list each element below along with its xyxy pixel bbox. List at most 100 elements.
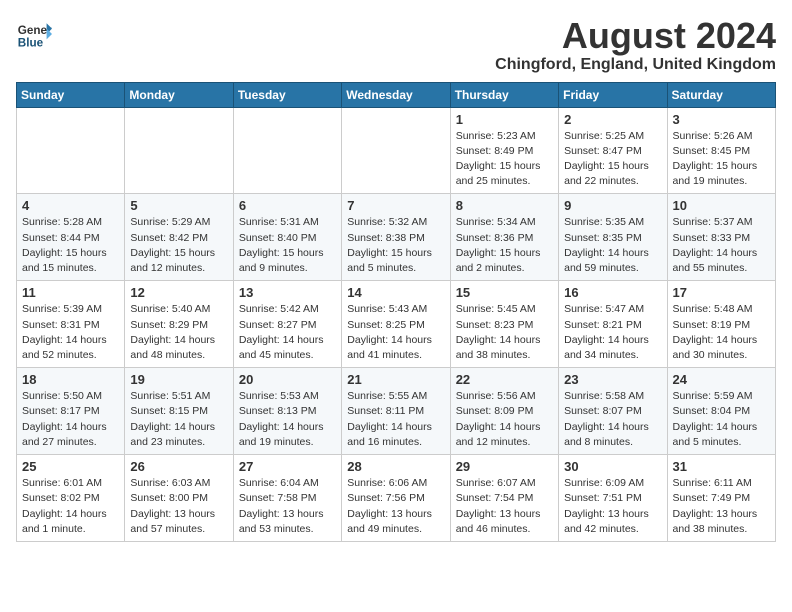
col-header-tuesday: Tuesday bbox=[233, 82, 341, 107]
calendar-cell: 27 Sunrise: 6:04 AM Sunset: 7:58 PM Dayli… bbox=[233, 455, 341, 542]
calendar-cell: 19 Sunrise: 5:51 AM Sunset: 8:15 PM Dayli… bbox=[125, 368, 233, 455]
day-info: Sunrise: 5:43 AM Sunset: 8:25 PM Dayligh… bbox=[347, 302, 444, 363]
day-info: Sunrise: 5:53 AM Sunset: 8:13 PM Dayligh… bbox=[239, 389, 336, 450]
col-header-thursday: Thursday bbox=[450, 82, 558, 107]
week-row-3: 11 Sunrise: 5:39 AM Sunset: 8:31 PM Dayli… bbox=[17, 281, 776, 368]
day-info: Sunrise: 5:51 AM Sunset: 8:15 PM Dayligh… bbox=[130, 389, 227, 450]
day-info: Sunrise: 5:26 AM Sunset: 8:45 PM Dayligh… bbox=[673, 129, 770, 190]
day-info: Sunrise: 5:45 AM Sunset: 8:23 PM Dayligh… bbox=[456, 302, 553, 363]
calendar-cell: 24 Sunrise: 5:59 AM Sunset: 8:04 PM Dayli… bbox=[667, 368, 775, 455]
calendar-cell: 21 Sunrise: 5:55 AM Sunset: 8:11 PM Dayli… bbox=[342, 368, 450, 455]
calendar-cell: 22Sunrise: 5:56 AM Sunset: 8:09 PM Dayli… bbox=[450, 368, 558, 455]
calendar-cell: 11 Sunrise: 5:39 AM Sunset: 8:31 PM Dayli… bbox=[17, 281, 125, 368]
logo-icon: General Blue bbox=[16, 16, 52, 52]
day-number: 7 bbox=[347, 198, 444, 213]
day-info: Sunrise: 5:59 AM Sunset: 8:04 PM Dayligh… bbox=[673, 389, 770, 450]
calendar-cell: 18 Sunrise: 5:50 AM Sunset: 8:17 PM Dayli… bbox=[17, 368, 125, 455]
day-info: Sunrise: 6:11 AM Sunset: 7:49 PM Dayligh… bbox=[673, 476, 770, 537]
week-row-4: 18 Sunrise: 5:50 AM Sunset: 8:17 PM Dayli… bbox=[17, 368, 776, 455]
calendar-cell: 12 Sunrise: 5:40 AM Sunset: 8:29 PM Dayli… bbox=[125, 281, 233, 368]
calendar-cell: 29 Sunrise: 6:07 AM Sunset: 7:54 PM Dayli… bbox=[450, 455, 558, 542]
day-info: Sunrise: 5:32 AM Sunset: 8:38 PM Dayligh… bbox=[347, 215, 444, 276]
day-info: Sunrise: 6:04 AM Sunset: 7:58 PM Dayligh… bbox=[239, 476, 336, 537]
calendar-cell: 1 Sunrise: 5:23 AM Sunset: 8:49 PM Daylig… bbox=[450, 107, 558, 194]
day-number: 27 bbox=[239, 459, 336, 474]
day-number: 4 bbox=[22, 198, 119, 213]
day-number: 18 bbox=[22, 372, 119, 387]
day-number: 1 bbox=[456, 112, 553, 127]
day-info: Sunrise: 6:07 AM Sunset: 7:54 PM Dayligh… bbox=[456, 476, 553, 537]
day-number: 21 bbox=[347, 372, 444, 387]
day-info: Sunrise: 5:23 AM Sunset: 8:49 PM Dayligh… bbox=[456, 129, 553, 190]
calendar-cell bbox=[17, 107, 125, 194]
day-info: Sunrise: 5:35 AM Sunset: 8:35 PM Dayligh… bbox=[564, 215, 661, 276]
day-number: 30 bbox=[564, 459, 661, 474]
day-number: 16 bbox=[564, 285, 661, 300]
calendar-cell: 8Sunrise: 5:34 AM Sunset: 8:36 PM Daylig… bbox=[450, 194, 558, 281]
col-header-saturday: Saturday bbox=[667, 82, 775, 107]
calendar-cell: 4Sunrise: 5:28 AM Sunset: 8:44 PM Daylig… bbox=[17, 194, 125, 281]
day-number: 11 bbox=[22, 285, 119, 300]
day-number: 14 bbox=[347, 285, 444, 300]
calendar-cell: 7 Sunrise: 5:32 AM Sunset: 8:38 PM Daylig… bbox=[342, 194, 450, 281]
day-info: Sunrise: 6:06 AM Sunset: 7:56 PM Dayligh… bbox=[347, 476, 444, 537]
calendar-cell: 16 Sunrise: 5:47 AM Sunset: 8:21 PM Dayli… bbox=[559, 281, 667, 368]
day-number: 10 bbox=[673, 198, 770, 213]
day-info: Sunrise: 5:47 AM Sunset: 8:21 PM Dayligh… bbox=[564, 302, 661, 363]
day-number: 17 bbox=[673, 285, 770, 300]
day-info: Sunrise: 5:55 AM Sunset: 8:11 PM Dayligh… bbox=[347, 389, 444, 450]
calendar-cell: 17 Sunrise: 5:48 AM Sunset: 8:19 PM Dayli… bbox=[667, 281, 775, 368]
column-header-row: SundayMondayTuesdayWednesdayThursdayFrid… bbox=[17, 82, 776, 107]
day-number: 6 bbox=[239, 198, 336, 213]
day-number: 19 bbox=[130, 372, 227, 387]
day-info: Sunrise: 5:25 AM Sunset: 8:47 PM Dayligh… bbox=[564, 129, 661, 190]
calendar-cell: 25 Sunrise: 6:01 AM Sunset: 8:02 PM Dayli… bbox=[17, 455, 125, 542]
day-number: 13 bbox=[239, 285, 336, 300]
day-info: Sunrise: 5:50 AM Sunset: 8:17 PM Dayligh… bbox=[22, 389, 119, 450]
page-header: General Blue August 2024 Chingford, Engl… bbox=[16, 16, 776, 74]
day-number: 23 bbox=[564, 372, 661, 387]
calendar-cell: 2 Sunrise: 5:25 AM Sunset: 8:47 PM Daylig… bbox=[559, 107, 667, 194]
day-info: Sunrise: 5:29 AM Sunset: 8:42 PM Dayligh… bbox=[130, 215, 227, 276]
day-number: 2 bbox=[564, 112, 661, 127]
location-subtitle: Chingford, England, United Kingdom bbox=[495, 56, 776, 74]
calendar-cell: 30 Sunrise: 6:09 AM Sunset: 7:51 PM Dayli… bbox=[559, 455, 667, 542]
calendar-cell: 26Sunrise: 6:03 AM Sunset: 8:00 PM Dayli… bbox=[125, 455, 233, 542]
day-number: 3 bbox=[673, 112, 770, 127]
day-info: Sunrise: 5:37 AM Sunset: 8:33 PM Dayligh… bbox=[673, 215, 770, 276]
col-header-friday: Friday bbox=[559, 82, 667, 107]
calendar-cell: 13Sunrise: 5:42 AM Sunset: 8:27 PM Dayli… bbox=[233, 281, 341, 368]
col-header-monday: Monday bbox=[125, 82, 233, 107]
day-info: Sunrise: 5:31 AM Sunset: 8:40 PM Dayligh… bbox=[239, 215, 336, 276]
svg-text:Blue: Blue bbox=[18, 37, 44, 50]
day-info: Sunrise: 6:09 AM Sunset: 7:51 PM Dayligh… bbox=[564, 476, 661, 537]
day-number: 28 bbox=[347, 459, 444, 474]
day-number: 31 bbox=[673, 459, 770, 474]
day-number: 8 bbox=[456, 198, 553, 213]
day-number: 15 bbox=[456, 285, 553, 300]
day-number: 29 bbox=[456, 459, 553, 474]
day-number: 5 bbox=[130, 198, 227, 213]
col-header-sunday: Sunday bbox=[17, 82, 125, 107]
day-info: Sunrise: 5:39 AM Sunset: 8:31 PM Dayligh… bbox=[22, 302, 119, 363]
calendar-cell bbox=[233, 107, 341, 194]
calendar-cell: 6 Sunrise: 5:31 AM Sunset: 8:40 PM Daylig… bbox=[233, 194, 341, 281]
day-info: Sunrise: 6:01 AM Sunset: 8:02 PM Dayligh… bbox=[22, 476, 119, 537]
day-info: Sunrise: 5:48 AM Sunset: 8:19 PM Dayligh… bbox=[673, 302, 770, 363]
calendar-cell: 15 Sunrise: 5:45 AM Sunset: 8:23 PM Dayli… bbox=[450, 281, 558, 368]
day-number: 12 bbox=[130, 285, 227, 300]
day-info: Sunrise: 6:03 AM Sunset: 8:00 PM Dayligh… bbox=[130, 476, 227, 537]
day-number: 22 bbox=[456, 372, 553, 387]
day-number: 25 bbox=[22, 459, 119, 474]
calendar-cell: 5 Sunrise: 5:29 AM Sunset: 8:42 PM Daylig… bbox=[125, 194, 233, 281]
calendar-table: SundayMondayTuesdayWednesdayThursdayFrid… bbox=[16, 82, 776, 542]
week-row-5: 25 Sunrise: 6:01 AM Sunset: 8:02 PM Dayli… bbox=[17, 455, 776, 542]
calendar-cell: 20Sunrise: 5:53 AM Sunset: 8:13 PM Dayli… bbox=[233, 368, 341, 455]
day-info: Sunrise: 5:40 AM Sunset: 8:29 PM Dayligh… bbox=[130, 302, 227, 363]
calendar-cell bbox=[342, 107, 450, 194]
day-info: Sunrise: 5:58 AM Sunset: 8:07 PM Dayligh… bbox=[564, 389, 661, 450]
calendar-cell: 14 Sunrise: 5:43 AM Sunset: 8:25 PM Dayli… bbox=[342, 281, 450, 368]
calendar-cell: 10 Sunrise: 5:37 AM Sunset: 8:33 PM Dayli… bbox=[667, 194, 775, 281]
week-row-1: 1 Sunrise: 5:23 AM Sunset: 8:49 PM Daylig… bbox=[17, 107, 776, 194]
day-number: 24 bbox=[673, 372, 770, 387]
